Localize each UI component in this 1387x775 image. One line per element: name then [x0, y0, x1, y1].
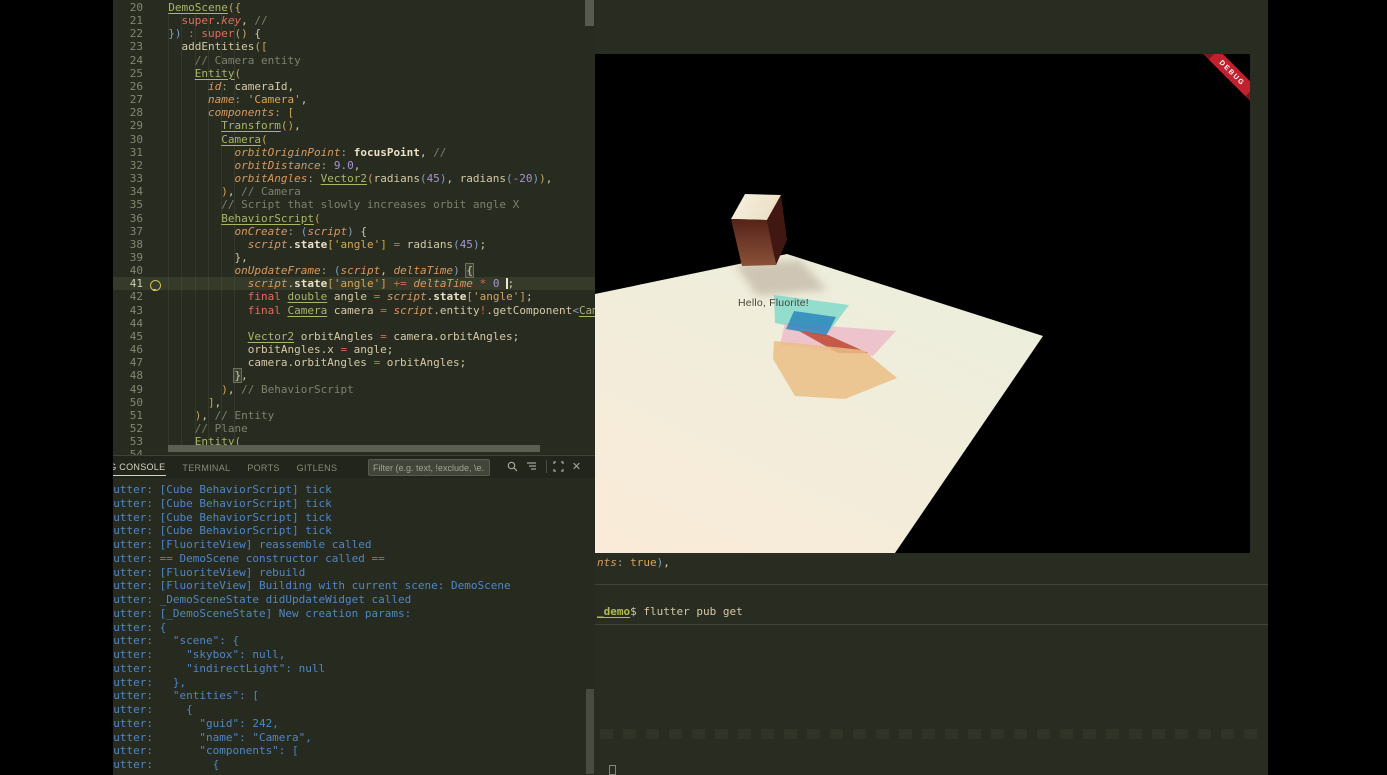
console-line: flutter: "skybox": null,	[80, 648, 585, 662]
code-line: 27 name: 'Camera',	[80, 93, 595, 106]
code-line: 22 }) : super() {	[80, 27, 595, 40]
screenshot-stage: 20 DemoScene({21 super.key, //22 }) : su…	[0, 0, 1387, 775]
code-line: 35 // Script that slowly increases orbit…	[80, 198, 595, 211]
console-line: flutter: "components": [	[80, 744, 585, 758]
console-line: flutter: [Cube BehaviorScript] tick	[80, 511, 585, 525]
panel-tab-bar: DEBUG CONSOLETERMINALPORTSGITLENS ✕	[80, 456, 595, 478]
letterbox-right	[1268, 0, 1387, 775]
code-line: 48 },	[80, 369, 595, 382]
code-line: 36 BehaviorScript(	[80, 212, 595, 225]
divider	[595, 624, 1268, 625]
code-line: 49 ), // BehaviorScript	[80, 383, 595, 396]
code-line: 38 script.state['angle'] = radians(45);	[80, 238, 595, 251]
editor-horizontal-scrollbar[interactable]	[168, 445, 540, 452]
bottom-panel: DEBUG CONSOLETERMINALPORTSGITLENS ✕ flut…	[80, 455, 595, 775]
editor-group-left: 20 DemoScene({21 super.key, //22 }) : su…	[80, 0, 595, 775]
code-line: 37 onCreate: (script) {	[80, 225, 595, 238]
console-line: flutter: [FluoriteView] rebuild	[80, 566, 585, 580]
console-line: flutter: {	[80, 703, 585, 717]
code-line: 42 final double angle = script.state['an…	[80, 290, 595, 303]
code-line: 32 orbitDistance: 9.0,	[80, 159, 595, 172]
editor-group-right: nts: true), _demo$ flutter pub get Hello…	[595, 0, 1268, 775]
console-line: flutter: [Cube BehaviorScript] tick	[80, 524, 585, 538]
flutter-app-window: Hello, Fluorite! DEBUG	[595, 54, 1250, 553]
code-line: 31 orbitOriginPoint: focusPoint, //	[80, 146, 595, 159]
code-line: 33 orbitAngles: Vector2(radians(45), rad…	[80, 172, 595, 185]
terminal-cwd: _demo	[597, 605, 630, 618]
3d-scene	[595, 54, 1250, 553]
console-line: flutter: [Cube BehaviorScript] tick	[80, 483, 585, 497]
debug-console-output[interactable]: flutter: [Cube BehaviorScript] tickflutt…	[80, 478, 585, 775]
console-line: flutter: "entities": [	[80, 689, 585, 703]
background-code-fragment: nts: true),	[597, 556, 670, 570]
editor-vertical-scrollbar[interactable]	[585, 0, 594, 455]
console-scrollbar[interactable]	[586, 689, 594, 774]
console-line: flutter: [Cube BehaviorScript] tick	[80, 497, 585, 511]
maximize-panel-icon[interactable]	[551, 459, 566, 474]
code-line: 52 // Plane	[80, 422, 595, 435]
code-line: 50 ],	[80, 396, 595, 409]
divider	[595, 584, 1268, 585]
faint-watermark-row	[600, 729, 1260, 739]
console-line: flutter: _DemoSceneState didUpdateWidget…	[80, 593, 585, 607]
code-lines: 20 DemoScene({21 super.key, //22 }) : su…	[80, 1, 595, 455]
code-line: 28 components: [	[80, 106, 595, 119]
code-line: 47 camera.orbitAngles = orbitAngles;	[80, 356, 595, 369]
code-line: 20 DemoScene({	[80, 1, 595, 14]
console-line: flutter: [_DemoSceneState] New creation …	[80, 607, 585, 621]
panel-tab-ports[interactable]: PORTS	[246, 459, 280, 476]
terminal-prompt-line[interactable]: _demo$ flutter pub get	[597, 605, 743, 619]
lightbulb-icon[interactable]	[150, 280, 161, 291]
hello-label: Hello, Fluorite!	[738, 297, 809, 309]
collapse-all-icon[interactable]	[524, 459, 539, 474]
terminal-command: flutter pub get	[637, 605, 743, 618]
console-line: flutter: {	[80, 758, 585, 772]
close-panel-icon[interactable]: ✕	[569, 459, 584, 474]
code-line: 46 orbitAngles.x = angle;	[80, 343, 595, 356]
vscode-window: 20 DemoScene({21 super.key, //22 }) : su…	[80, 0, 1268, 775]
code-line: 30 Camera(	[80, 133, 595, 146]
code-line: 26 id: cameraId,	[80, 80, 595, 93]
code-line: 45 Vector2 orbitAngles = camera.orbitAng…	[80, 330, 595, 343]
code-line: 23 addEntities([	[80, 40, 595, 53]
code-line: 51 ), // Entity	[80, 409, 595, 422]
code-line: 25 Entity(	[80, 67, 595, 80]
console-line: flutter: [FluoriteView] reassemble calle…	[80, 538, 585, 552]
console-line: flutter: },	[80, 676, 585, 690]
code-line: 24 // Camera entity	[80, 54, 595, 67]
ground-plane	[595, 254, 1043, 553]
stray-glyph	[609, 765, 616, 775]
console-line: flutter: "scene": {	[80, 634, 585, 648]
code-line: 40 onUpdateFrame: (script, deltaTime) {	[80, 264, 595, 277]
console-line: flutter: [FluoriteView] Building with cu…	[80, 579, 585, 593]
panel-tab-terminal[interactable]: TERMINAL	[181, 459, 231, 476]
search-icon[interactable]	[505, 459, 520, 474]
toolbar-separator	[546, 460, 547, 473]
code-line: 34 ), // Camera	[80, 185, 595, 198]
code-line: 29 Transform(),	[80, 119, 595, 132]
console-line: flutter: "indirectLight": null	[80, 662, 585, 676]
letterbox-left	[0, 0, 113, 775]
console-line: flutter: "name": "Camera",	[80, 731, 585, 745]
code-editor[interactable]: 20 DemoScene({21 super.key, //22 }) : su…	[80, 0, 595, 455]
console-line: flutter: "guid": 242,	[80, 717, 585, 731]
code-line: 43 final Camera camera = script.entity!.…	[80, 304, 595, 317]
console-filter-input[interactable]	[368, 459, 490, 476]
console-line: flutter: {	[80, 621, 585, 635]
code-line: 21 super.key, //	[80, 14, 595, 27]
terminal-dollar: $	[630, 605, 637, 618]
code-line: 39 },	[80, 251, 595, 264]
console-line: flutter: == DemoScene constructor called…	[80, 552, 585, 566]
code-line: 44	[80, 317, 595, 330]
panel-tab-gitlens[interactable]: GITLENS	[296, 459, 339, 476]
